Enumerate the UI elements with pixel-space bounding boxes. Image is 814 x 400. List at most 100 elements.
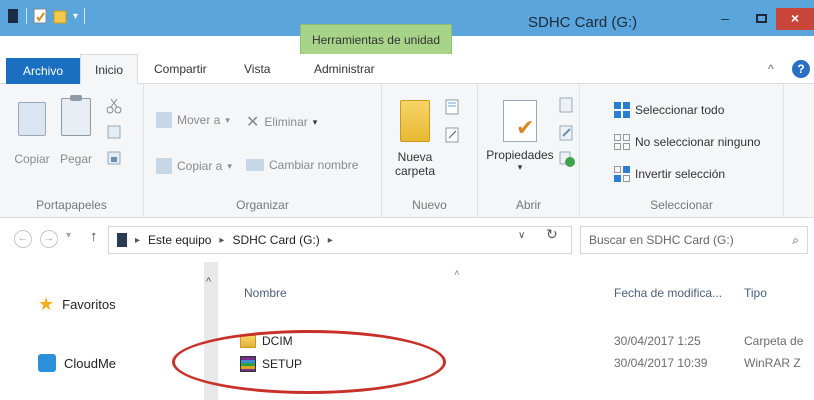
drive-icon[interactable] [6,8,20,24]
invert-selection-button[interactable]: Invertir selección [614,166,725,182]
column-header-type[interactable]: Tipo [744,286,767,300]
open-icon[interactable] [558,96,576,114]
move-to-button[interactable]: Mover a ▾ [156,112,230,128]
group-label: Seleccionar [650,198,713,212]
new-folder-button[interactable]: Nueva carpeta [392,100,438,178]
invert-selection-label: Invertir selección [635,167,726,181]
close-button[interactable]: × [776,8,814,30]
chevron-down-icon: ▾ [227,160,232,171]
select-all-icon [614,102,630,118]
tab-administrar[interactable]: Administrar [314,54,375,84]
delete-label: Eliminar [264,115,308,129]
star-icon: ★ [38,294,55,314]
forward-button[interactable]: → [40,230,58,248]
chevron-down-icon: ▾ [225,114,230,125]
folder-icon [400,100,430,142]
address-row: ← → ▾ ↑ ▸ Este equipo ▸ SDHC Card (G:) ▸… [0,218,814,262]
tab-archivo[interactable]: Archivo [6,58,80,84]
collapse-ribbon-icon[interactable]: ^ [768,62,774,76]
sort-indicator-icon: ˄ [454,268,460,279]
separator [84,8,86,24]
chevron-down-icon[interactable]: ▾ [73,11,78,22]
edit-icon[interactable] [558,124,576,142]
tab-compartir[interactable]: Compartir [154,54,207,84]
rename-label: Cambiar nombre [269,158,359,172]
select-none-label: No seleccionar ninguno [635,135,761,149]
copy-to-label: Copiar a [177,159,223,173]
copy-to-button[interactable]: Copiar a ▾ [156,158,232,174]
cloudme-icon [38,354,56,372]
select-all-button[interactable]: Seleccionar todo [614,102,724,118]
refresh-icon[interactable]: ↻ [546,226,558,243]
delete-x-icon: ✕ [246,114,260,131]
scroll-up-icon[interactable]: ^ [206,276,211,288]
nav-item-label: CloudMe [64,355,117,371]
cut-icon[interactable] [106,98,122,114]
recent-locations-icon[interactable]: ▾ [66,230,71,241]
file-row-setup[interactable]: SETUP 30/04/2017 10:39 WinRAR Z [218,354,814,376]
search-input[interactable]: Buscar en SDHC Card (G:) ⌕ [580,226,808,254]
back-button[interactable]: ← [14,230,32,248]
file-name-cell: DCIM [240,334,293,348]
search-placeholder: Buscar en SDHC Card (G:) [589,233,734,247]
column-header-name[interactable]: Nombre [244,286,287,300]
properties-label: Propiedades [486,148,554,162]
address-dropdown-icon[interactable]: ∨ [518,230,525,241]
properties-icon [503,100,537,142]
copy-button[interactable]: Copiar [12,102,52,166]
invert-selection-icon [614,166,630,182]
quick-access-toolbar: ▾ [6,8,86,24]
paste-label: Pegar [59,152,93,166]
clipboard-icon [61,95,91,136]
new-folder-icon[interactable] [53,8,67,24]
new-folder-label-1: Nueva [397,150,433,164]
group-organizar: Mover a ▾ ✕ Eliminar ▾ Copiar a ▾ Cambia… [144,84,382,218]
tab-inicio[interactable]: Inicio [80,54,138,84]
group-abrir: Propiedades ▾ Abrir [478,84,580,218]
chevron-right-icon[interactable]: ▸ [219,235,224,246]
file-list: ˄ Nombre Fecha de modifica... Tipo DCIM … [218,262,814,400]
search-icon[interactable]: ⌕ [792,227,799,253]
select-none-icon [614,134,630,150]
breadcrumb-este-equipo[interactable]: Este equipo [148,233,211,247]
easy-access-icon[interactable] [444,126,462,144]
properties-icon[interactable] [33,8,47,24]
separator [26,8,27,24]
maximize-button[interactable] [748,8,774,30]
group-portapapeles: Copiar Pegar Portapapeles [0,84,144,218]
copy-icon [18,102,46,136]
arrow-right-icon: → [43,232,55,244]
minimize-button[interactable]: – [712,8,738,30]
delete-button[interactable]: ✕ Eliminar ▾ [246,112,317,132]
paste-button[interactable]: Pegar [56,95,96,166]
new-item-icon[interactable] [444,98,462,116]
chevron-right-icon[interactable]: ▸ [328,235,333,246]
arrow-left-icon: ← [17,232,29,244]
copy-path-icon[interactable] [106,124,122,140]
maximize-icon [755,14,767,23]
copy-label: Copiar [14,152,50,166]
file-type: WinRAR Z [744,356,801,370]
column-header-date[interactable]: Fecha de modifica... [614,286,722,300]
properties-button[interactable]: Propiedades ▾ [486,100,554,173]
nav-item-label: Favoritos [62,297,116,312]
navigation-scrollbar[interactable]: ^ [204,262,218,400]
paste-shortcut-icon[interactable] [106,150,122,166]
address-bar[interactable]: ▸ Este equipo ▸ SDHC Card (G:) ▸ [108,226,572,254]
file-row-dcim[interactable]: DCIM 30/04/2017 1:25 Carpeta de [218,332,814,354]
file-date: 30/04/2017 1:25 [614,334,701,348]
folder-icon [240,334,256,348]
up-arrow-icon[interactable]: ↑ [90,228,98,245]
move-icon [156,112,172,128]
help-icon[interactable]: ? [792,60,810,78]
nav-item-favoritos[interactable]: ★ Favoritos [38,294,116,315]
navigation-pane: ★ Favoritos CloudMe [0,262,214,400]
rename-button[interactable]: Cambiar nombre [246,158,358,172]
breadcrumb-sdhc-card[interactable]: SDHC Card (G:) [232,233,319,247]
select-none-button[interactable]: No seleccionar ninguno [614,134,760,150]
history-icon[interactable] [558,150,576,168]
winrar-icon [240,356,256,372]
chevron-right-icon: ▸ [135,234,141,246]
tab-vista[interactable]: Vista [244,54,270,84]
nav-item-cloudme[interactable]: CloudMe [38,354,116,372]
